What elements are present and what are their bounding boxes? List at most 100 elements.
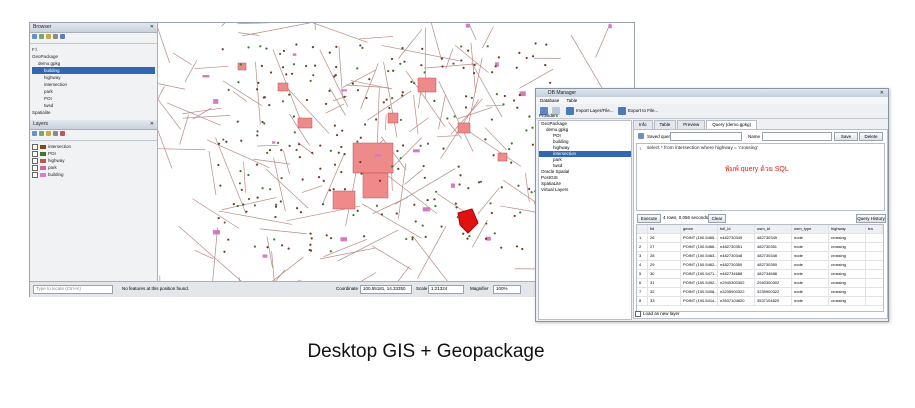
query-name-input[interactable]: [762, 132, 832, 141]
table-cell: POINT (100.5465...): [683, 234, 718, 242]
layer-item[interactable]: POI: [32, 150, 155, 157]
point-feature: [503, 94, 506, 98]
point-feature: [298, 156, 301, 159]
table-row[interactable]: 2 27 POINT (100.5466...) n482730351 48273035…: [637, 243, 883, 252]
table-cell: node: [792, 252, 829, 260]
browser-item[interactable]: GeoPackage: [32, 53, 155, 60]
point-feature: [473, 71, 476, 75]
highway-line: [158, 83, 186, 90]
browser-item[interactable]: intersection: [32, 81, 155, 88]
tab[interactable]: Table: [653, 120, 677, 129]
query-history-button[interactable]: Query History: [856, 214, 886, 223]
browser-item[interactable]: Spatialite: [32, 109, 155, 116]
layer-checkbox[interactable]: [32, 157, 38, 164]
import-layer-button[interactable]: Import Layer/File...: [576, 108, 614, 113]
layer-checkbox[interactable]: [32, 150, 38, 157]
highway-line: [468, 57, 483, 125]
table-cell: 482730348: [755, 252, 792, 260]
execute-button[interactable]: Execute: [637, 214, 661, 223]
table-cell: node: [792, 297, 829, 305]
table-cell: 2: [637, 243, 648, 251]
browser-item[interactable]: twsd: [32, 102, 155, 109]
column-header[interactable]: geom: [681, 225, 718, 233]
table-row[interactable]: 1 26 POINT (100.5465...) n482730349 48273034…: [637, 234, 883, 243]
checkbox[interactable]: [635, 311, 641, 317]
browser-item[interactable]: F:\: [32, 46, 155, 53]
highway-line: [409, 117, 429, 133]
refresh-icon[interactable]: [39, 34, 44, 39]
tab[interactable]: Preview: [677, 120, 706, 129]
layer-item[interactable]: intersection: [32, 143, 155, 150]
layer-checkbox[interactable]: [32, 164, 38, 171]
point-feature: [324, 102, 328, 105]
point-feature: [238, 182, 241, 185]
panel-close-icon[interactable]: ✕: [150, 23, 154, 32]
save-button[interactable]: Save: [834, 132, 858, 141]
point-feature: [265, 47, 268, 50]
remove-layer-icon[interactable]: [60, 131, 65, 136]
sql-editor[interactable]: 1 select * from intersection where highw…: [636, 143, 885, 211]
point-feature: [492, 154, 495, 157]
table-row[interactable]: 7 32 POINT (100.5408...) n3235900322 3235900…: [637, 288, 883, 297]
table-row[interactable]: 4 29 POINT (100.5462...) n482730350 48273035…: [637, 261, 883, 270]
browser-item[interactable]: park: [32, 88, 155, 95]
column-header[interactable]: full_id: [718, 225, 755, 233]
column-header[interactable]: osm_type: [792, 225, 829, 233]
browser-item[interactable]: building: [32, 67, 155, 74]
highway-line: [361, 272, 377, 281]
column-header[interactable]: highway: [829, 225, 866, 233]
point-feature: [222, 138, 225, 141]
point-feature: [460, 59, 463, 62]
menu-database[interactable]: Database: [540, 98, 559, 103]
clear-button[interactable]: Clear: [708, 214, 726, 223]
add-group-icon[interactable]: [39, 131, 44, 136]
layer-item[interactable]: building: [32, 171, 155, 178]
sql-text[interactable]: select * from intersection where highway…: [647, 146, 758, 151]
export-file-button[interactable]: Export to File...: [628, 108, 658, 113]
column-header[interactable]: tra: [866, 225, 883, 233]
browser-item[interactable]: highway: [32, 74, 155, 81]
menu-table[interactable]: Table: [566, 98, 577, 103]
table-row[interactable]: 5 30 POINT (100.5471...) n482734688 48273468…: [637, 270, 883, 279]
layer-item[interactable]: park: [32, 164, 155, 171]
point-feature: [375, 118, 378, 121]
filter-legend-icon[interactable]: [46, 131, 51, 136]
filter-icon[interactable]: [46, 34, 51, 39]
layer-symbol-icon: [40, 158, 46, 163]
properties-icon[interactable]: [60, 34, 65, 39]
table-row[interactable]: 3 28 POINT (100.5463...) n482730348 48273034…: [637, 252, 883, 261]
park-patch: [202, 75, 210, 78]
layer-item[interactable]: highway: [32, 157, 155, 164]
table-row[interactable]: 6 31 POINT (100.5492...) n2940300302 2940300…: [637, 279, 883, 288]
result-table[interactable]: fid geom full_id osm_id osm_type highway tra 1 2…: [636, 224, 884, 312]
saved-query-select[interactable]: [670, 132, 742, 141]
collapse-icon[interactable]: [53, 34, 58, 39]
export-icon[interactable]: [618, 107, 626, 115]
table-row[interactable]: 8 33 POINT (100.5414...) n3537104820 3537104…: [637, 297, 883, 306]
load-as-layer-checkbox[interactable]: Load as new layer: [635, 311, 680, 317]
panel-close-icon[interactable]: ✕: [150, 120, 154, 129]
delete-button[interactable]: Delete: [859, 132, 883, 141]
column-header[interactable]: fid: [648, 225, 681, 233]
browser-item[interactable]: demo.gpkg: [32, 60, 155, 67]
tab[interactable]: Query (demo.gpkg): [706, 120, 758, 129]
add-icon[interactable]: [32, 34, 37, 39]
locate-placeholder[interactable]: Type to locate (Ctrl+K): [36, 286, 81, 291]
point-feature: [247, 46, 250, 49]
tab[interactable]: Info: [633, 120, 653, 129]
import-icon[interactable]: [566, 107, 574, 115]
style-icon[interactable]: [32, 131, 37, 136]
expand-icon[interactable]: [53, 131, 58, 136]
point-feature: [390, 165, 394, 168]
browser-item[interactable]: POI: [32, 95, 155, 102]
point-feature: [491, 71, 494, 74]
point-feature: [217, 142, 221, 145]
point-feature: [227, 88, 230, 91]
layer-checkbox[interactable]: [32, 143, 38, 150]
point-feature: [361, 46, 364, 49]
column-header[interactable]: osm_id: [755, 225, 792, 233]
layer-checkbox[interactable]: [32, 171, 38, 178]
magnifier-label: Magnifier: [470, 286, 489, 291]
window-close-icon[interactable]: ✕: [880, 89, 884, 97]
db-tree-item[interactable]: Virtual Layers: [539, 187, 631, 193]
